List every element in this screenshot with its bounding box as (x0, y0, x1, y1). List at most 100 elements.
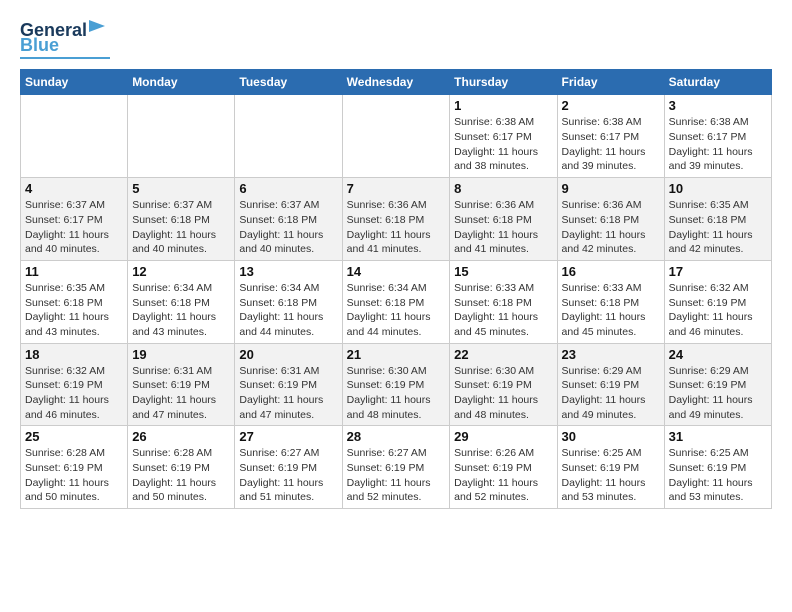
day-number: 1 (454, 98, 552, 113)
calendar-cell: 6 Sunrise: 6:37 AMSunset: 6:18 PMDaylight… (235, 178, 342, 261)
day-number: 9 (562, 181, 660, 196)
day-info: Sunrise: 6:38 AMSunset: 6:17 PMDaylight:… (562, 115, 660, 174)
logo-blue-text: Blue (20, 36, 59, 55)
calendar-cell: 7Sunrise: 6:36 AMSunset: 6:18 PMDaylight… (342, 178, 450, 261)
calendar-cell: 22 Sunrise: 6:30 AMSunset: 6:19 PMDayligh… (450, 343, 557, 426)
day-info: Sunrise: 6:35 AMSunset: 6:18 PMDaylight:… (25, 281, 123, 340)
day-info: Sunrise: 6:37 AMSunset: 6:18 PMDaylight:… (239, 198, 337, 257)
calendar-cell: 12Sunrise: 6:34 AMSunset: 6:18 PMDayligh… (128, 260, 235, 343)
day-number: 13 (239, 264, 337, 279)
day-number: 8 (454, 181, 552, 196)
calendar-header-friday: Friday (557, 70, 664, 95)
day-number: 31 (669, 429, 767, 444)
calendar-cell: 24 Sunrise: 6:29 AMSunset: 6:19 PMDayligh… (664, 343, 771, 426)
logo-flag-icon (89, 20, 105, 36)
day-number: 19 (132, 347, 230, 362)
day-number: 21 (347, 347, 446, 362)
day-number: 12 (132, 264, 230, 279)
day-info: Sunrise: 6:27 AMSunset: 6:19 PMDaylight:… (239, 446, 337, 505)
day-number: 26 (132, 429, 230, 444)
day-number: 20 (239, 347, 337, 362)
calendar-cell (342, 95, 450, 178)
day-info: Sunrise: 6:38 AMSunset: 6:17 PMDaylight:… (454, 115, 552, 174)
day-info: Sunrise: 6:28 AMSunset: 6:19 PMDaylight:… (25, 446, 123, 505)
day-info: Sunrise: 6:30 AMSunset: 6:19 PMDaylight:… (347, 364, 446, 423)
day-info: Sunrise: 6:36 AMSunset: 6:18 PMDaylight:… (562, 198, 660, 257)
day-number: 6 (239, 181, 337, 196)
day-number: 15 (454, 264, 552, 279)
day-info: Sunrise: 6:32 AMSunset: 6:19 PMDaylight:… (25, 364, 123, 423)
day-info: Sunrise: 6:37 AMSunset: 6:18 PMDaylight:… (132, 198, 230, 257)
day-info: Sunrise: 6:29 AMSunset: 6:19 PMDaylight:… (669, 364, 767, 423)
day-number: 23 (562, 347, 660, 362)
day-info: Sunrise: 6:36 AMSunset: 6:18 PMDaylight:… (347, 198, 446, 257)
day-number: 24 (669, 347, 767, 362)
day-number: 17 (669, 264, 767, 279)
day-number: 27 (239, 429, 337, 444)
day-info: Sunrise: 6:33 AMSunset: 6:18 PMDaylight:… (562, 281, 660, 340)
day-info: Sunrise: 6:26 AMSunset: 6:19 PMDaylight:… (454, 446, 552, 505)
calendar-cell: 2Sunrise: 6:38 AMSunset: 6:17 PMDaylight… (557, 95, 664, 178)
calendar-cell: 19 Sunrise: 6:31 AMSunset: 6:19 PMDayligh… (128, 343, 235, 426)
calendar-cell: 26 Sunrise: 6:28 AMSunset: 6:19 PMDayligh… (128, 426, 235, 509)
day-number: 25 (25, 429, 123, 444)
calendar-cell: 16 Sunrise: 6:33 AMSunset: 6:18 PMDayligh… (557, 260, 664, 343)
day-info: Sunrise: 6:36 AMSunset: 6:18 PMDaylight:… (454, 198, 552, 257)
day-info: Sunrise: 6:30 AMSunset: 6:19 PMDaylight:… (454, 364, 552, 423)
calendar-cell: 23 Sunrise: 6:29 AMSunset: 6:19 PMDayligh… (557, 343, 664, 426)
calendar-cell: 5 Sunrise: 6:37 AMSunset: 6:18 PMDaylight… (128, 178, 235, 261)
day-number: 18 (25, 347, 123, 362)
day-number: 11 (25, 264, 123, 279)
day-number: 3 (669, 98, 767, 113)
calendar-table: SundayMondayTuesdayWednesdayThursdayFrid… (20, 69, 772, 509)
day-info: Sunrise: 6:28 AMSunset: 6:19 PMDaylight:… (132, 446, 230, 505)
day-info: Sunrise: 6:38 AMSunset: 6:17 PMDaylight:… (669, 115, 767, 174)
calendar-cell: 3 Sunrise: 6:38 AMSunset: 6:17 PMDaylight… (664, 95, 771, 178)
day-info: Sunrise: 6:34 AMSunset: 6:18 PMDaylight:… (347, 281, 446, 340)
day-info: Sunrise: 6:25 AMSunset: 6:19 PMDaylight:… (669, 446, 767, 505)
calendar-cell: 27 Sunrise: 6:27 AMSunset: 6:19 PMDayligh… (235, 426, 342, 509)
day-number: 5 (132, 181, 230, 196)
calendar-header-tuesday: Tuesday (235, 70, 342, 95)
calendar-cell: 29 Sunrise: 6:26 AMSunset: 6:19 PMDayligh… (450, 426, 557, 509)
calendar-cell (235, 95, 342, 178)
day-info: Sunrise: 6:29 AMSunset: 6:19 PMDaylight:… (562, 364, 660, 423)
logo-underline (20, 57, 110, 60)
day-info: Sunrise: 6:31 AMSunset: 6:19 PMDaylight:… (132, 364, 230, 423)
calendar-cell: 8 Sunrise: 6:36 AMSunset: 6:18 PMDaylight… (450, 178, 557, 261)
day-info: Sunrise: 6:31 AMSunset: 6:19 PMDaylight:… (239, 364, 337, 423)
calendar-cell: 31 Sunrise: 6:25 AMSunset: 6:19 PMDayligh… (664, 426, 771, 509)
calendar-cell: 25 Sunrise: 6:28 AMSunset: 6:19 PMDayligh… (21, 426, 128, 509)
day-info: Sunrise: 6:33 AMSunset: 6:18 PMDaylight:… (454, 281, 552, 340)
day-number: 28 (347, 429, 446, 444)
day-number: 4 (25, 181, 123, 196)
day-info: Sunrise: 6:25 AMSunset: 6:19 PMDaylight:… (562, 446, 660, 505)
calendar-cell: 4Sunrise: 6:37 AMSunset: 6:17 PMDaylight… (21, 178, 128, 261)
calendar-cell (21, 95, 128, 178)
calendar-cell: 14 Sunrise: 6:34 AMSunset: 6:18 PMDayligh… (342, 260, 450, 343)
calendar-cell (128, 95, 235, 178)
calendar-cell: 30 Sunrise: 6:25 AMSunset: 6:19 PMDayligh… (557, 426, 664, 509)
calendar-cell: 1 Sunrise: 6:38 AMSunset: 6:17 PMDaylight… (450, 95, 557, 178)
calendar-header-wednesday: Wednesday (342, 70, 450, 95)
day-number: 22 (454, 347, 552, 362)
day-number: 29 (454, 429, 552, 444)
calendar-header-sunday: Sunday (21, 70, 128, 95)
calendar-header-thursday: Thursday (450, 70, 557, 95)
calendar-header-saturday: Saturday (664, 70, 771, 95)
day-info: Sunrise: 6:27 AMSunset: 6:19 PMDaylight:… (347, 446, 446, 505)
page-header: General Blue (20, 20, 772, 59)
day-info: Sunrise: 6:35 AMSunset: 6:18 PMDaylight:… (669, 198, 767, 257)
calendar-cell: 11 Sunrise: 6:35 AMSunset: 6:18 PMDayligh… (21, 260, 128, 343)
calendar-cell: 13Sunrise: 6:34 AMSunset: 6:18 PMDayligh… (235, 260, 342, 343)
calendar-cell: 17Sunrise: 6:32 AMSunset: 6:19 PMDayligh… (664, 260, 771, 343)
calendar-cell: 10 Sunrise: 6:35 AMSunset: 6:18 PMDayligh… (664, 178, 771, 261)
calendar-cell: 20 Sunrise: 6:31 AMSunset: 6:19 PMDayligh… (235, 343, 342, 426)
calendar-cell: 18 Sunrise: 6:32 AMSunset: 6:19 PMDayligh… (21, 343, 128, 426)
calendar-cell: 15 Sunrise: 6:33 AMSunset: 6:18 PMDayligh… (450, 260, 557, 343)
day-number: 30 (562, 429, 660, 444)
calendar-cell: 28 Sunrise: 6:27 AMSunset: 6:19 PMDayligh… (342, 426, 450, 509)
day-number: 16 (562, 264, 660, 279)
day-number: 10 (669, 181, 767, 196)
day-number: 14 (347, 264, 446, 279)
